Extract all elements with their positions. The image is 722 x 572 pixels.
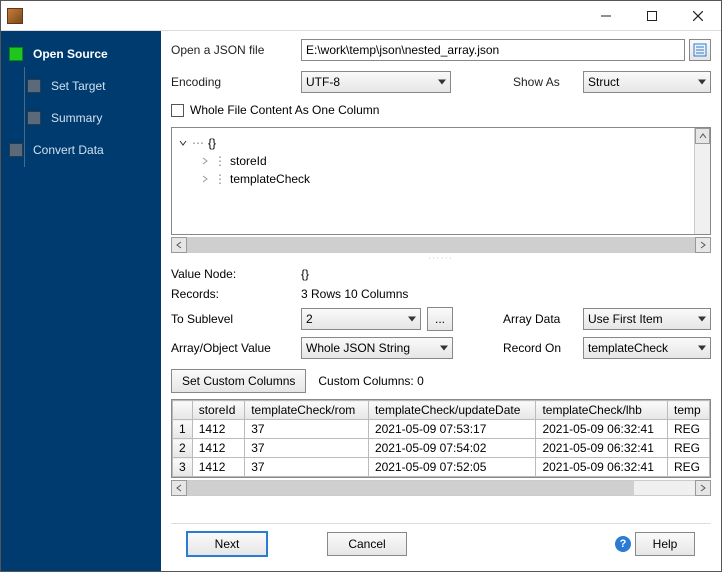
chevron-right-icon[interactable] — [200, 174, 210, 184]
chevron-down-icon[interactable] — [178, 138, 188, 148]
show-as-combo[interactable]: Struct — [583, 71, 711, 93]
sidebar: Open Source Set Target Summary Convert D… — [1, 31, 161, 571]
help-button[interactable]: Help — [635, 532, 695, 556]
splitter[interactable]: ∙∙∙∙∙∙ — [171, 253, 711, 261]
corner-header — [173, 401, 193, 420]
sidebar-item-summary[interactable]: Summary — [9, 105, 161, 131]
scroll-left-icon[interactable] — [171, 237, 187, 253]
braces-icon: ⋯ — [192, 136, 204, 150]
tree-root[interactable]: ⋯ {} — [178, 134, 704, 152]
col-header[interactable]: templateCheck/lhb — [536, 401, 668, 420]
records-label: Records: — [171, 287, 301, 301]
cancel-button[interactable]: Cancel — [327, 532, 407, 556]
record-on-combo[interactable]: templateCheck — [583, 337, 711, 359]
node-icon: ⋮ — [214, 154, 226, 168]
sidebar-tree-line — [24, 67, 25, 167]
tree-node[interactable]: ⋮ storeId — [178, 152, 704, 170]
chevron-down-icon — [438, 80, 446, 85]
scroll-left-icon[interactable] — [171, 480, 187, 496]
chevron-down-icon — [698, 80, 706, 85]
encoding-label: Encoding — [171, 75, 301, 89]
array-obj-value-label: Array/Object Value — [171, 341, 301, 355]
records-value: 3 Rows 10 Columns — [301, 287, 408, 301]
value-node-value: {} — [301, 267, 309, 281]
table-row[interactable]: 2 1412 37 2021-05-09 07:54:02 2021-05-09… — [173, 439, 710, 458]
col-header[interactable]: temp — [668, 401, 710, 420]
scroll-thumb[interactable] — [187, 481, 634, 495]
sidebar-item-set-target[interactable]: Set Target — [9, 73, 161, 99]
node-icon: ⋮ — [214, 172, 226, 186]
table-row[interactable]: 3 1412 37 2021-05-09 07:52:05 2021-05-09… — [173, 458, 710, 477]
chevron-down-icon — [698, 346, 706, 351]
chevron-down-icon — [440, 346, 448, 351]
sidebar-item-label: Set Target — [51, 79, 105, 93]
array-data-combo[interactable]: Use First Item — [583, 308, 711, 330]
scroll-up-icon[interactable] — [695, 128, 710, 144]
encoding-combo[interactable]: UTF-8 — [301, 71, 451, 93]
sidebar-item-label: Open Source — [33, 47, 108, 61]
col-header[interactable]: storeId — [192, 401, 245, 420]
sidebar-item-open-source[interactable]: Open Source — [9, 41, 161, 67]
titlebar — [1, 1, 721, 31]
next-button[interactable]: Next — [187, 532, 267, 556]
col-header[interactable]: templateCheck/rom — [245, 401, 369, 420]
vertical-scrollbar[interactable] — [694, 128, 710, 234]
array-obj-value-combo[interactable]: Whole JSON String — [301, 337, 453, 359]
browse-button[interactable] — [689, 39, 711, 61]
close-button[interactable] — [675, 1, 721, 30]
preview-table[interactable]: storeId templateCheck/rom templateCheck/… — [171, 399, 711, 478]
show-as-label: Show As — [513, 75, 583, 89]
chevron-down-icon — [408, 317, 416, 322]
help-icon: ? — [615, 536, 631, 552]
sublevel-label: To Sublevel — [171, 312, 301, 326]
step-icon — [27, 79, 41, 93]
array-data-label: Array Data — [503, 312, 583, 326]
tree-node[interactable]: ⋮ templateCheck — [178, 170, 704, 188]
scroll-thumb[interactable] — [187, 238, 695, 252]
table-hscroll[interactable] — [171, 480, 711, 496]
set-custom-columns-button[interactable]: Set Custom Columns — [171, 369, 306, 393]
footer: Next Cancel ? Help — [171, 523, 711, 563]
col-header[interactable]: templateCheck/updateDate — [368, 401, 536, 420]
scroll-right-icon[interactable] — [695, 480, 711, 496]
scroll-right-icon[interactable] — [695, 237, 711, 253]
sublevel-combo[interactable]: 2 — [301, 308, 421, 330]
minimize-button[interactable] — [583, 1, 629, 30]
app-icon — [7, 8, 23, 24]
main-panel: Open a JSON file Encoding UTF-8 Show As … — [161, 31, 721, 571]
chevron-down-icon — [698, 317, 706, 322]
whole-file-label: Whole File Content As One Column — [190, 103, 379, 117]
record-on-label: Record On — [503, 341, 583, 355]
sidebar-item-convert-data[interactable]: Convert Data — [9, 137, 161, 163]
sublevel-more-button[interactable]: ... — [427, 307, 453, 331]
sidebar-item-label: Convert Data — [33, 143, 104, 157]
custom-columns-count: Custom Columns: 0 — [318, 374, 423, 388]
whole-file-checkbox[interactable] — [171, 104, 184, 117]
table-row[interactable]: 1 1412 37 2021-05-09 07:53:17 2021-05-09… — [173, 420, 710, 439]
sidebar-item-label: Summary — [51, 111, 102, 125]
step-icon — [27, 111, 41, 125]
open-json-label: Open a JSON file — [171, 43, 301, 57]
chevron-right-icon[interactable] — [200, 156, 210, 166]
json-tree[interactable]: ⋯ {} ⋮ storeId ⋮ templateCheck — [171, 127, 711, 235]
step-icon — [9, 143, 23, 157]
step-icon — [9, 47, 23, 61]
tree-hscroll[interactable] — [171, 237, 711, 253]
maximize-button[interactable] — [629, 1, 675, 30]
file-path-input[interactable] — [301, 39, 685, 61]
value-node-label: Value Node: — [171, 267, 301, 281]
